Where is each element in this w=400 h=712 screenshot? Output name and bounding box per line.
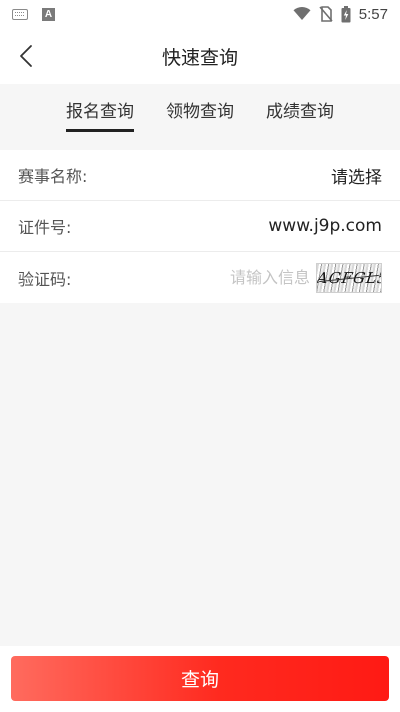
captcha-image[interactable]: AGFGL5	[316, 262, 382, 293]
captcha-image-text: AGFGL5	[316, 268, 382, 287]
event-label: 赛事名称:	[18, 167, 88, 186]
no-sim-icon	[319, 6, 333, 22]
event-select[interactable]: 请选择	[331, 163, 382, 188]
tab-results-query[interactable]: 成绩查询	[250, 84, 350, 134]
bottom-bar: 查询	[0, 646, 400, 712]
captcha-row: 验证码: AGFGL5	[0, 252, 400, 303]
query-form: 赛事名称: 请选择 证件号: www.j9p.com 验证码: AGFGL5	[0, 150, 400, 303]
back-button[interactable]	[8, 34, 44, 78]
status-bar: A 5:57	[0, 0, 400, 28]
tab-registration-query[interactable]: 报名查询	[50, 84, 150, 134]
id-number-label: 证件号:	[18, 218, 72, 237]
screen: A 5:57 快速查询 报名查询 领物查询 成绩查询 赛事名称: 请选择 证件号…	[0, 0, 400, 712]
query-button[interactable]: 查询	[11, 656, 389, 701]
captcha-input[interactable]	[160, 268, 310, 287]
keyboard-icon	[12, 8, 28, 20]
status-time: 5:57	[358, 5, 388, 23]
wifi-icon	[293, 7, 311, 20]
id-number-field[interactable]: www.j9p.com	[268, 216, 382, 236]
status-left-icons: A	[12, 7, 55, 21]
page-title: 快速查询	[161, 46, 238, 69]
query-tabs: 报名查询 领物查询 成绩查询	[0, 84, 400, 134]
tab-pickup-query[interactable]: 领物查询	[150, 84, 250, 134]
status-right-icons: 5:57	[293, 5, 388, 23]
battery-charging-icon	[341, 5, 351, 22]
text-a-icon: A	[42, 7, 55, 21]
event-select-row[interactable]: 赛事名称: 请选择	[0, 150, 400, 201]
app-header: 快速查询	[0, 28, 400, 84]
chevron-left-icon	[20, 45, 32, 67]
captcha-label: 验证码:	[18, 269, 72, 289]
id-number-row: 证件号: www.j9p.com	[0, 201, 400, 252]
